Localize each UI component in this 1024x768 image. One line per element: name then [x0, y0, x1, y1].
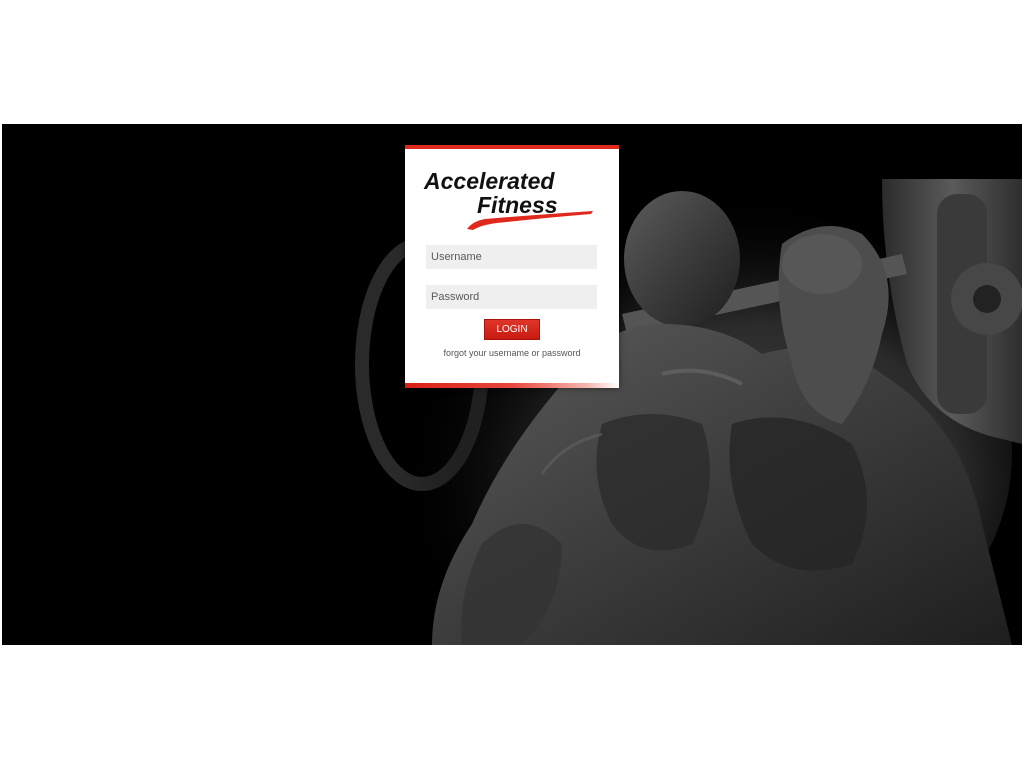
password-field[interactable]: [426, 285, 597, 309]
page: Accelerated Fitness LOGIN forgot your us…: [0, 0, 1024, 768]
forgot-credentials-link[interactable]: forgot your username or password: [405, 348, 619, 358]
logo-line1: Accelerated: [423, 168, 555, 194]
username-field[interactable]: [426, 245, 597, 269]
accelerated-fitness-logo: Accelerated Fitness: [423, 163, 601, 233]
card-accent-bar: [405, 383, 619, 388]
login-button[interactable]: LOGIN: [484, 319, 540, 340]
login-card: Accelerated Fitness LOGIN forgot your us…: [405, 145, 619, 388]
logo-line2: Fitness: [477, 192, 558, 218]
